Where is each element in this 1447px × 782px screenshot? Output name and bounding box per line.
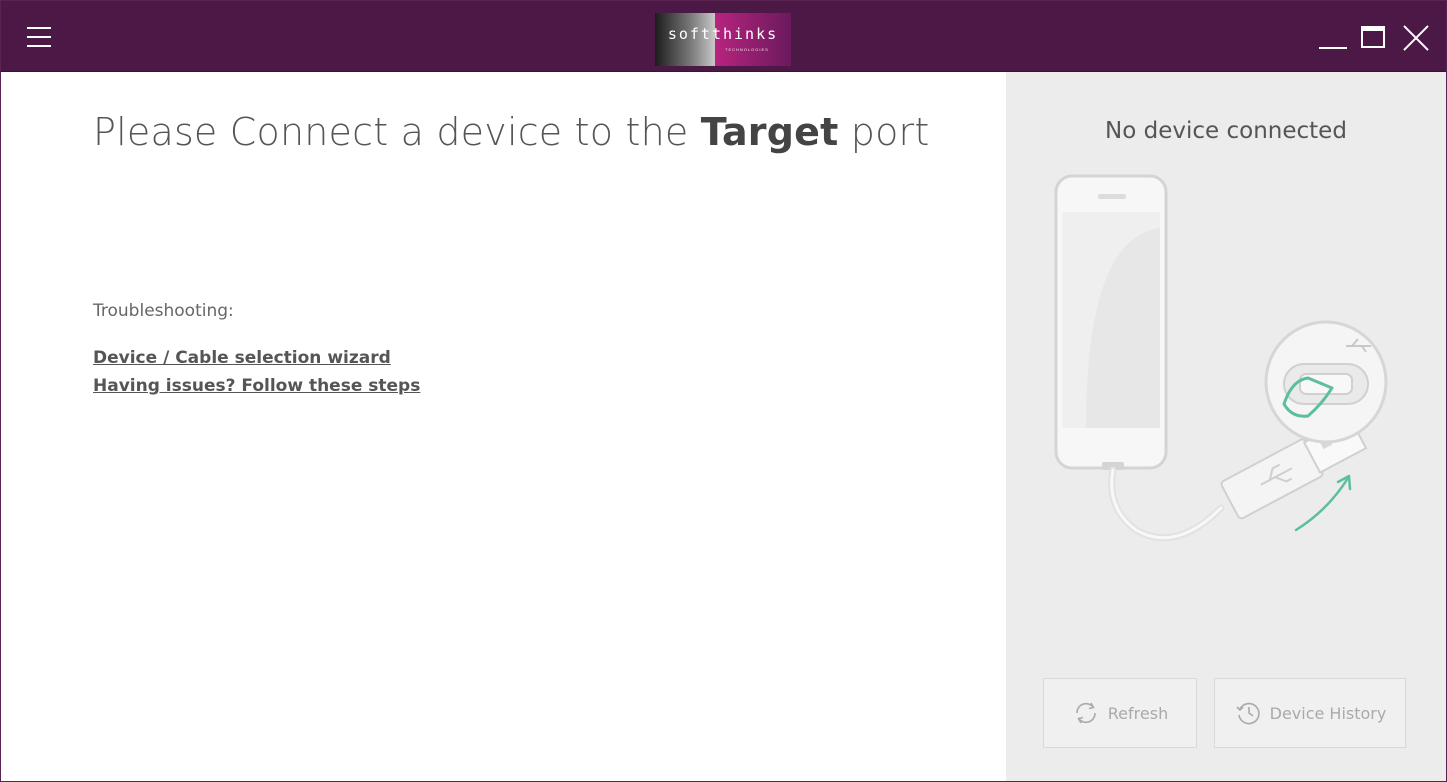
app-window: softthinks TECHNOLOGIES Please Connect a…: [0, 0, 1447, 782]
troubleshooting-label: Troubleshooting:: [93, 301, 234, 321]
title-bar: softthinks TECHNOLOGIES: [1, 1, 1446, 72]
issues-steps-link[interactable]: Having issues? Follow these steps: [93, 376, 420, 396]
device-side-panel: No device connected Refresh Device Histo…: [1006, 72, 1446, 781]
refresh-icon: [1075, 702, 1096, 724]
refresh-label: Refresh: [1107, 703, 1169, 723]
cable-wizard-link[interactable]: Device / Cable selection wizard: [93, 348, 391, 368]
close-icon[interactable]: [1399, 21, 1433, 55]
history-icon: [1236, 702, 1260, 725]
hamburger-icon[interactable]: [27, 27, 51, 47]
softthinks-logo: softthinks TECHNOLOGIES: [655, 13, 791, 66]
device-history-button[interactable]: Device History: [1214, 678, 1406, 748]
maximize-icon[interactable]: [1358, 21, 1392, 55]
main-panel: Please Connect a device to the Target po…: [1, 72, 1006, 781]
device-history-label: Device History: [1269, 703, 1387, 723]
minimize-icon[interactable]: [1317, 21, 1351, 55]
refresh-button[interactable]: Refresh: [1043, 678, 1197, 748]
device-status: No device connected: [1105, 118, 1347, 144]
phone-usb-connect-illustration: [1054, 174, 1388, 542]
page-title: Please Connect a device to the Target po…: [93, 110, 930, 154]
